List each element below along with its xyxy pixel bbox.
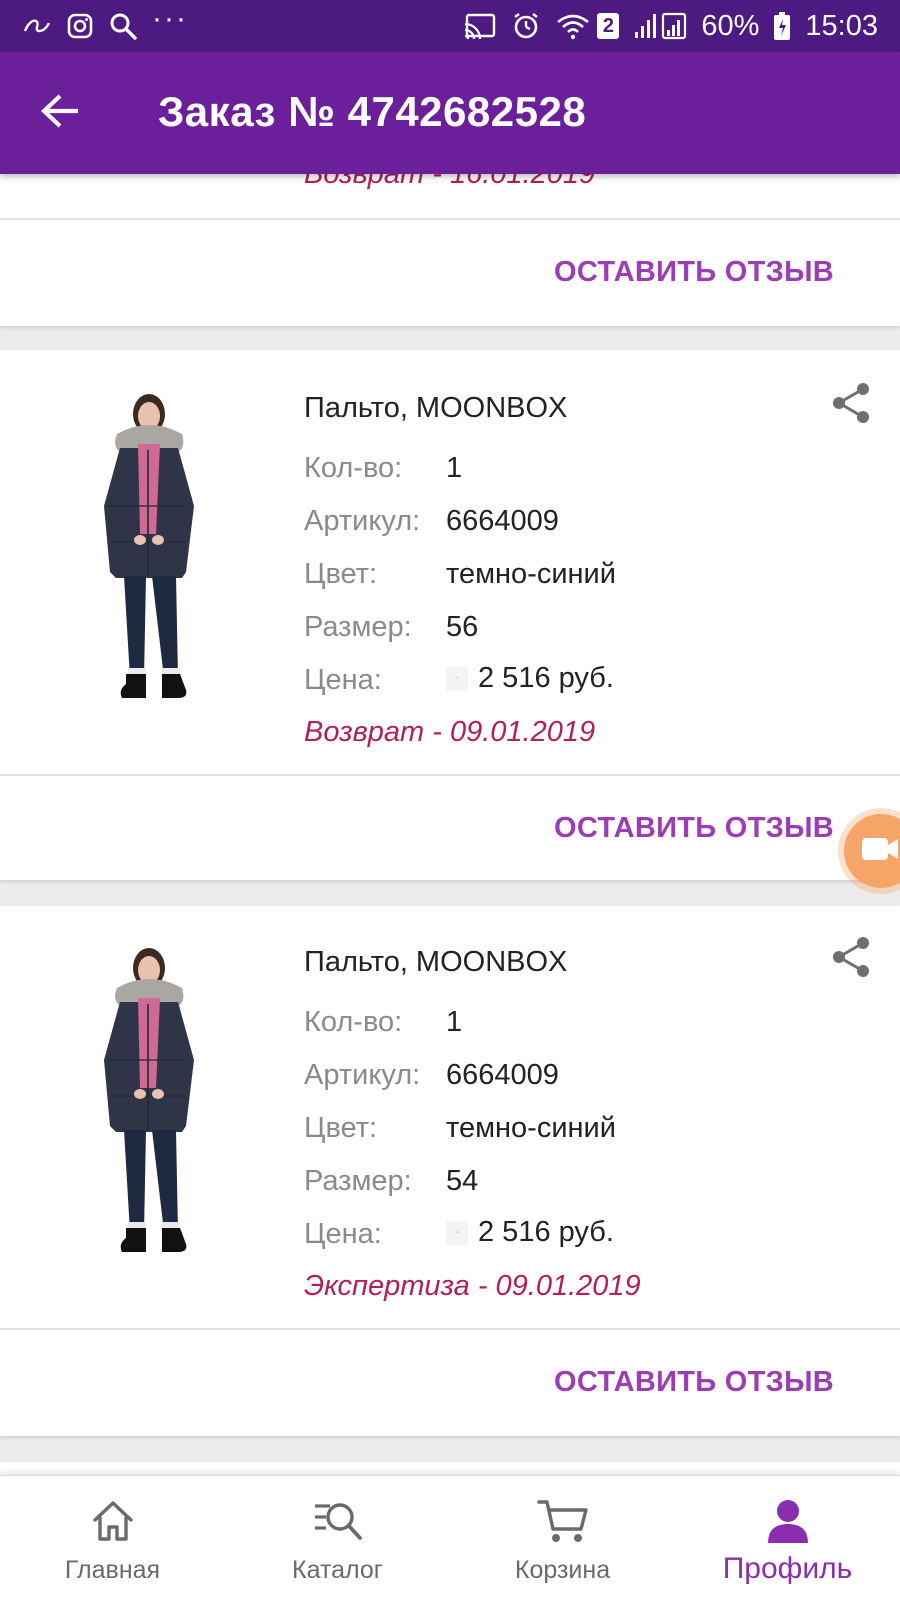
search-icon: [108, 11, 138, 41]
sim-badge: 2: [597, 13, 620, 39]
app-toolbar: Заказ № 4742682528: [0, 52, 900, 174]
video-camera-icon: [860, 834, 900, 869]
order-item-card-partial: [0, 1462, 900, 1475]
qty-value: 1: [446, 452, 463, 484]
cast-icon: [463, 12, 497, 40]
leave-review-button[interactable]: ОСТАВИТЬ ОТЗЫВ: [554, 812, 834, 845]
leave-review-button[interactable]: ОСТАВИТЬ ОТЗЫВ: [554, 1366, 834, 1399]
clock: 15:03: [805, 9, 878, 42]
status-bar: ··· 2 60% 15:03: [0, 0, 900, 52]
article-value: 6664009: [446, 505, 559, 537]
nav-item-profile[interactable]: Профиль: [675, 1476, 900, 1601]
item-status-text: Возврат - 09.01.2019: [304, 716, 596, 748]
share-button[interactable]: [826, 380, 876, 430]
size-value: 56: [446, 611, 479, 643]
price-value: 2 516 руб.: [478, 662, 614, 694]
nav-label: Каталог: [292, 1556, 383, 1584]
order-item-card: Пальто, MOONBOX Кол-во: 1 Артикул: 66640…: [0, 350, 900, 880]
card-divider: [0, 774, 900, 776]
arrow-left-icon: [40, 93, 80, 134]
product-title: Пальто, MOONBOX: [304, 946, 568, 978]
page-title: Заказ № 4742682528: [158, 88, 587, 135]
card-divider: [0, 218, 900, 220]
nav-label: Главная: [64, 1556, 161, 1584]
nav-label: Корзина: [514, 1556, 611, 1584]
nav-item-home[interactable]: Главная: [0, 1476, 225, 1601]
nav-item-cart[interactable]: Корзина: [450, 1476, 675, 1601]
color-label: Цвет:: [304, 1112, 378, 1144]
price-group: ▫ 2 516 руб.: [446, 1216, 614, 1249]
item-status-text: Экспертиза - 09.01.2019: [304, 1270, 641, 1302]
battery-percent: 60%: [701, 9, 760, 42]
share-icon: [829, 935, 873, 984]
article-value: 6664009: [446, 1059, 559, 1091]
app-logo-icon: [22, 14, 52, 38]
instagram-icon: [66, 12, 94, 40]
back-button[interactable]: [30, 83, 90, 143]
color-value: темно-синий: [446, 558, 616, 590]
qty-value: 1: [446, 1006, 463, 1038]
color-value: темно-синий: [446, 1112, 616, 1144]
card-divider: [0, 1328, 900, 1330]
qty-label: Кол-во:: [304, 1006, 403, 1038]
cart-icon: [536, 1494, 590, 1548]
leave-review-button[interactable]: ОСТАВИТЬ ОТЗЫВ: [554, 256, 834, 289]
order-items-list[interactable]: Возврат - 16.01.2019 ОСТАВИТЬ ОТЗЫВ Паль…: [0, 174, 900, 1475]
profile-icon: [761, 1494, 815, 1548]
wifi-icon: [555, 12, 591, 40]
article-label: Артикул:: [304, 505, 421, 537]
share-button[interactable]: [826, 934, 876, 984]
product-image[interactable]: [82, 940, 232, 1270]
price-value: 2 516 руб.: [478, 1216, 614, 1248]
share-icon: [829, 381, 873, 430]
order-item-card: Пальто, MOONBOX Кол-во: 1 Артикул: 66640…: [0, 906, 900, 1436]
alarm-icon: [511, 11, 541, 41]
price-group: ▫ 2 516 руб.: [446, 662, 614, 695]
catalog-search-icon: [311, 1494, 365, 1548]
signal-icon: [633, 12, 687, 40]
price-image-placeholder-icon: ▫: [446, 1220, 468, 1245]
status-bar-left: ···: [22, 2, 188, 41]
price-label: Цена:: [304, 664, 382, 696]
nav-item-catalog[interactable]: Каталог: [225, 1476, 450, 1601]
nav-label: Профиль: [722, 1552, 853, 1585]
item-status-text: Возврат - 16.01.2019: [304, 174, 596, 190]
color-label: Цвет:: [304, 558, 378, 590]
article-label: Артикул:: [304, 1059, 421, 1091]
size-value: 54: [446, 1165, 479, 1197]
bottom-navigation: Главная Каталог Корзина Профиль: [0, 1475, 900, 1601]
price-image-placeholder-icon: ▫: [446, 666, 468, 691]
battery-icon: [773, 11, 791, 41]
price-label: Цена:: [304, 1218, 382, 1250]
qty-label: Кол-во:: [304, 452, 403, 484]
product-title: Пальто, MOONBOX: [304, 392, 568, 424]
home-icon: [86, 1494, 140, 1548]
status-bar-right: 2 60% 15:03: [463, 10, 878, 43]
order-item-card-partial: Возврат - 16.01.2019 ОСТАВИТЬ ОТЗЫВ: [0, 174, 900, 326]
size-label: Размер:: [304, 1165, 412, 1197]
more-icon: ···: [152, 2, 188, 35]
product-image[interactable]: [82, 386, 232, 716]
size-label: Размер:: [304, 611, 412, 643]
